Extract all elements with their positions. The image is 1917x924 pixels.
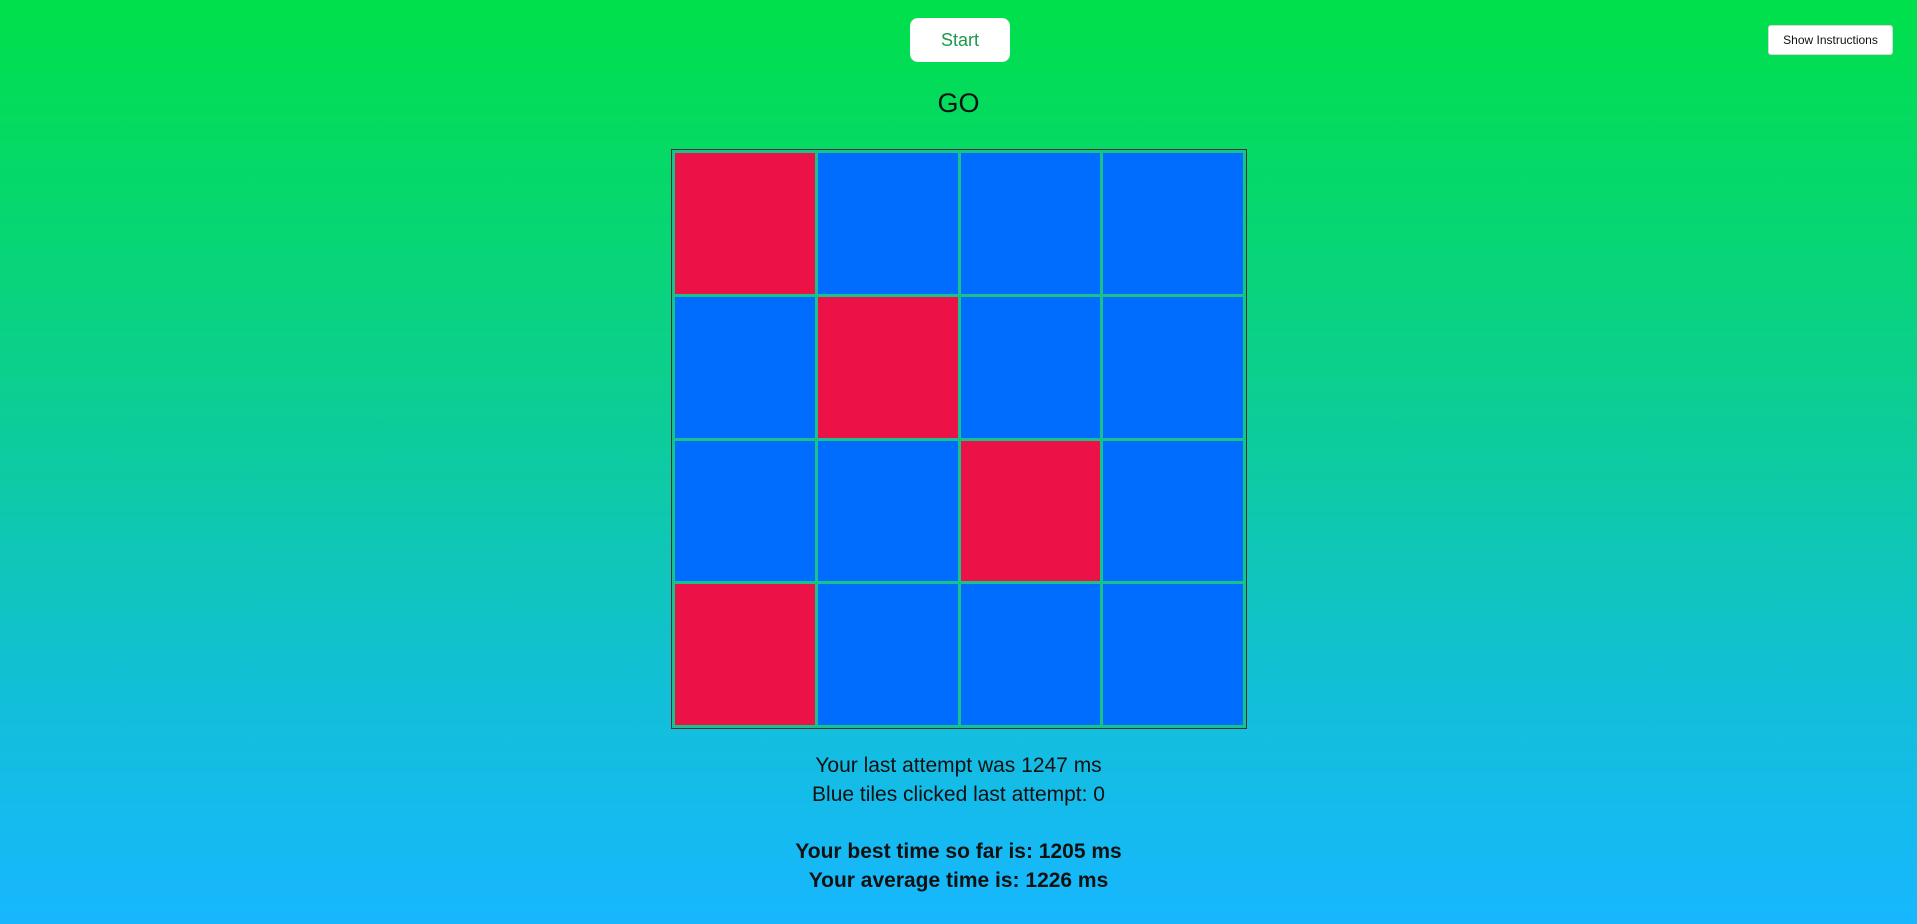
tile-blue-r2-c3[interactable] xyxy=(960,296,1101,438)
start-button[interactable]: Start xyxy=(910,18,1010,62)
tile-blue-r1-c3[interactable] xyxy=(960,153,1101,294)
tile-red-r2-c2[interactable] xyxy=(817,296,958,438)
last-attempt-text: Your last attempt was 1247 ms xyxy=(815,754,1102,777)
tile-blue-r4-c3[interactable] xyxy=(960,584,1101,725)
tile-red-r1-c1[interactable] xyxy=(675,153,815,294)
average-time-text: Your average time is: 1226 ms xyxy=(808,869,1109,892)
tile-blue-r2-c1[interactable] xyxy=(675,296,815,438)
stats-spacer xyxy=(0,809,1917,837)
best-time-text: Your best time so far is: 1205 ms xyxy=(795,840,1122,863)
blue-tiles-clicked-text: Blue tiles clicked last attempt: 0 xyxy=(812,783,1105,806)
tile-blue-r1-c4[interactable] xyxy=(1103,153,1243,294)
tile-red-r4-c1[interactable] xyxy=(675,584,815,725)
tile-grid xyxy=(671,149,1247,729)
stats-panel: Your last attempt was 1247 ms Blue tiles… xyxy=(0,751,1917,895)
tile-blue-r3-c4[interactable] xyxy=(1103,440,1243,582)
tile-red-r3-c3[interactable] xyxy=(960,440,1101,582)
tile-blue-r3-c1[interactable] xyxy=(675,440,815,582)
tile-blue-r4-c4[interactable] xyxy=(1103,584,1243,725)
game-status: GO xyxy=(937,88,980,118)
tile-blue-r2-c4[interactable] xyxy=(1103,296,1243,438)
tile-blue-r1-c2[interactable] xyxy=(817,153,958,294)
tile-blue-r4-c2[interactable] xyxy=(817,584,958,725)
show-instructions-button[interactable]: Show Instructions xyxy=(1768,25,1893,55)
tile-blue-r3-c2[interactable] xyxy=(817,440,958,582)
